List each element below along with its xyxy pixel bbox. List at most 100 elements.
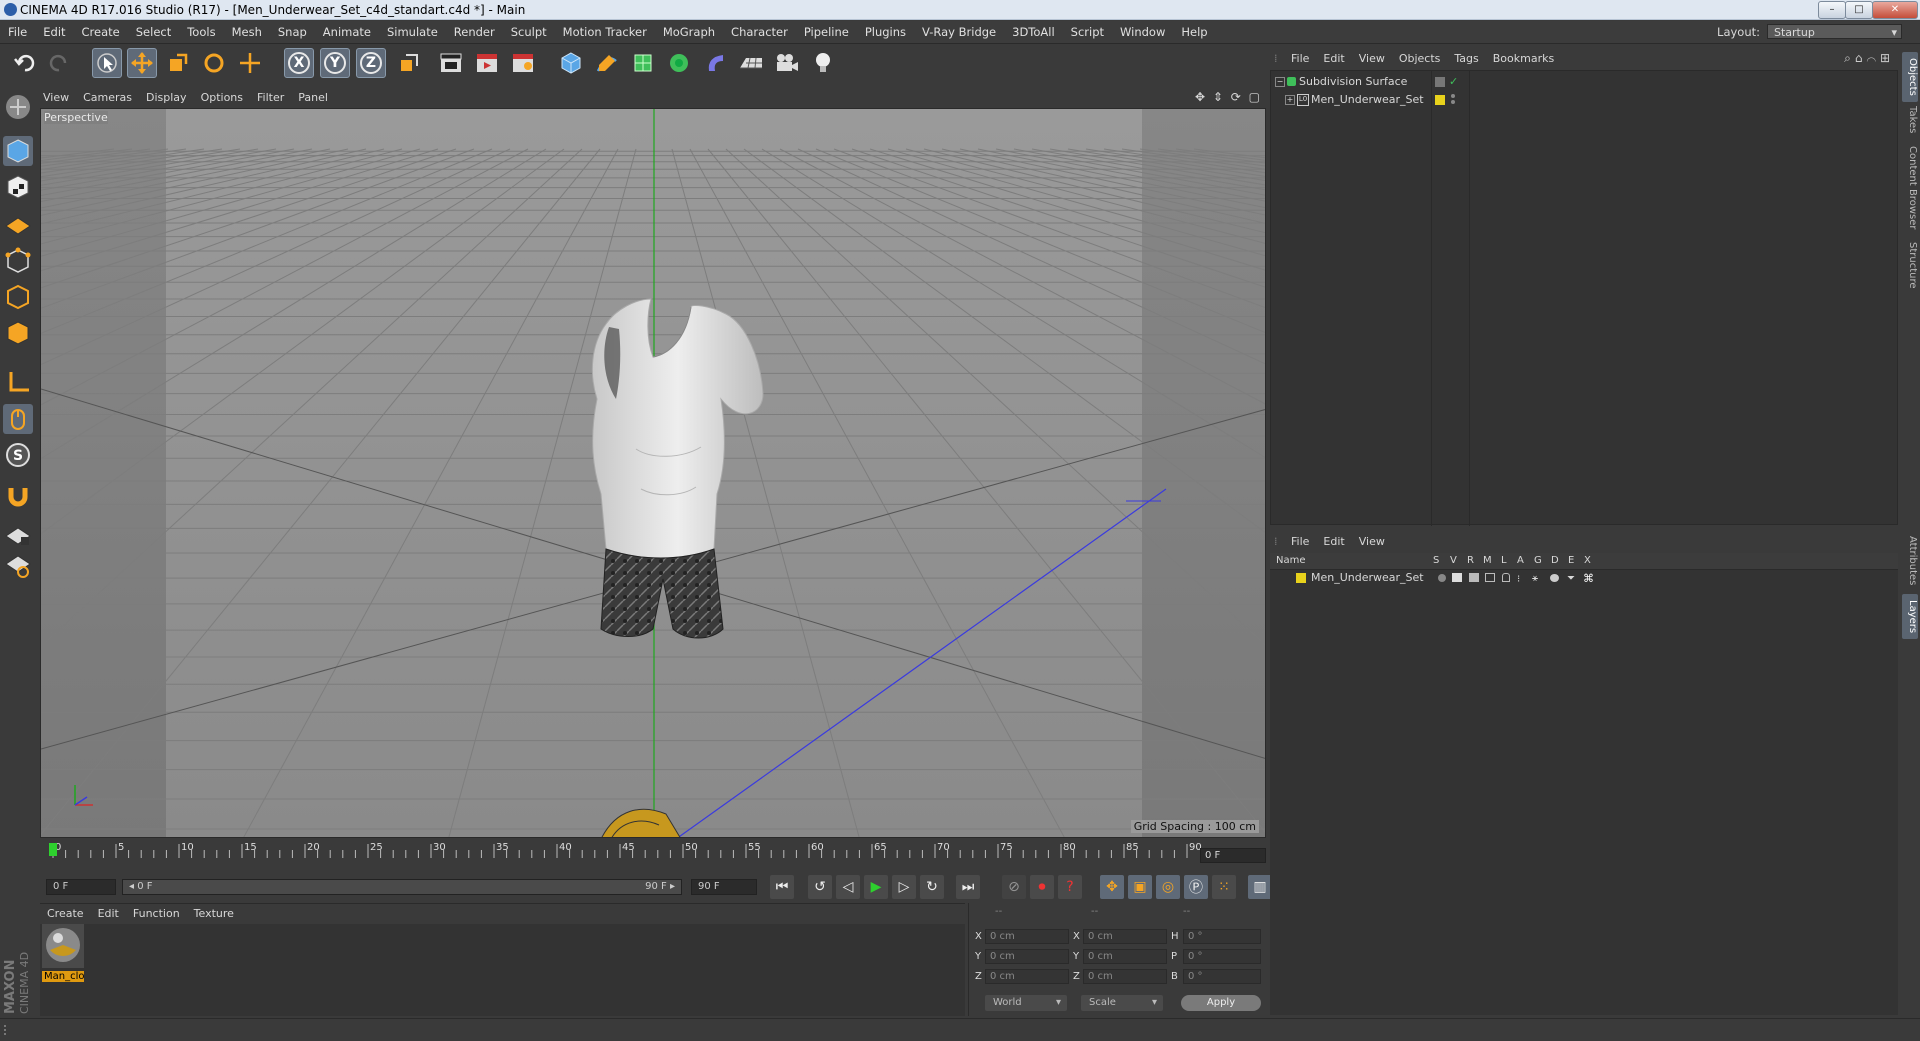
coord-size-x-field[interactable]: 0 cm — [1083, 929, 1167, 944]
menu-simulate[interactable]: Simulate — [379, 21, 446, 43]
tab-content-browser[interactable]: Content Browser — [1902, 140, 1918, 235]
floor-object-button[interactable] — [736, 48, 766, 78]
previous-frame-button[interactable]: ◁ — [836, 875, 860, 899]
material-menu-texture[interactable]: Texture — [187, 904, 241, 924]
om-menu-objects[interactable]: Objects — [1392, 48, 1448, 70]
menu-mograph[interactable]: MoGraph — [655, 21, 723, 43]
move-tool-button[interactable] — [127, 48, 157, 78]
render-to-picture-viewer-button[interactable] — [472, 48, 502, 78]
om-menu-file[interactable]: File — [1284, 48, 1316, 70]
next-frame-button[interactable]: ▷ — [892, 875, 916, 899]
key-point-level-button[interactable]: ⁙ — [1212, 875, 1236, 899]
subdivision-surface-button[interactable] — [628, 48, 658, 78]
layer-col-view[interactable]: V — [1450, 555, 1457, 566]
object-row-men-underwear-set[interactable]: + L0 Men_Underwear_Set — [1271, 91, 1897, 109]
x-axis-lock-button[interactable]: X — [284, 48, 314, 78]
coord-rot-b-field[interactable]: 0 ° — [1183, 969, 1261, 984]
model-mode-button[interactable] — [3, 136, 33, 166]
live-selection-button[interactable] — [92, 48, 122, 78]
layer-col-animation[interactable]: A — [1517, 555, 1524, 566]
menu-file[interactable]: File — [0, 21, 35, 43]
deformer-button[interactable] — [700, 48, 730, 78]
viewport-menu-options[interactable]: Options — [194, 88, 250, 108]
object-axis-button[interactable] — [3, 368, 33, 398]
viewport-menu-filter[interactable]: Filter — [250, 88, 291, 108]
menu-animate[interactable]: Animate — [315, 21, 379, 43]
close-button[interactable]: ✕ — [1872, 1, 1918, 19]
layout-select[interactable]: Startup ▾ — [1767, 24, 1902, 39]
render-view-button[interactable] — [436, 48, 466, 78]
workplane-mode-button[interactable] — [3, 208, 33, 238]
layer-col-deformers[interactable]: D — [1551, 555, 1559, 566]
coord-rot-p-field[interactable]: 0 ° — [1183, 949, 1261, 964]
locked-workplane-button[interactable] — [3, 520, 33, 550]
layer-color-swatch[interactable] — [1296, 573, 1306, 583]
motion-record-button[interactable]: ⊘ — [1002, 875, 1026, 899]
layer-color-swatch[interactable] — [1435, 95, 1445, 105]
viewport-menu-panel[interactable]: Panel — [291, 88, 335, 108]
manager-icon[interactable] — [1485, 573, 1495, 582]
timeline-ruler[interactable]: 0 5 10 15 20 25 30 35 40 45 50 55 60 65 70 75 80 85 90 — [40, 840, 1266, 870]
om-toolbar-icons[interactable]: ⌕⌂⌒⊞ — [1844, 51, 1894, 66]
render-settings-button[interactable] — [508, 48, 538, 78]
om-menu-tags[interactable]: Tags — [1447, 48, 1485, 70]
lm-menu-edit[interactable]: Edit — [1316, 532, 1351, 552]
visibility-dots-icon[interactable] — [1451, 94, 1455, 98]
edges-mode-button[interactable] — [3, 282, 33, 312]
spline-pen-button[interactable] — [592, 48, 622, 78]
play-button[interactable]: ▶ — [864, 875, 888, 899]
end-frame-field[interactable]: 90 F — [691, 879, 757, 895]
scale-tool-button[interactable] — [163, 48, 193, 78]
light-object-button[interactable] — [808, 48, 838, 78]
render-icon[interactable] — [1469, 573, 1479, 582]
menu-pipeline[interactable]: Pipeline — [796, 21, 857, 43]
viewport-navigation-icons[interactable]: ✥ ⇕ ⟳ ▢ — [1195, 90, 1262, 104]
z-axis-lock-button[interactable]: Z — [356, 48, 386, 78]
points-mode-button[interactable] — [3, 246, 33, 276]
maximize-button[interactable]: □ — [1845, 1, 1873, 19]
menu-vray-bridge[interactable]: V-Ray Bridge — [914, 21, 1004, 43]
layer-tag-icon[interactable] — [1435, 77, 1445, 87]
coord-pos-y-field[interactable]: 0 cm — [985, 949, 1069, 964]
y-axis-lock-button[interactable]: Y — [320, 48, 350, 78]
solo-icon[interactable] — [1438, 574, 1446, 582]
menu-snap[interactable]: Snap — [270, 21, 315, 43]
material-menu-function[interactable]: Function — [126, 904, 187, 924]
coord-size-z-field[interactable]: 0 cm — [1083, 969, 1167, 984]
viewport-menu-view[interactable]: View — [36, 88, 76, 108]
viewport-camera-label[interactable]: Perspective — [44, 111, 108, 124]
lm-menu-view[interactable]: View — [1352, 532, 1392, 552]
cloner-button[interactable] — [664, 48, 694, 78]
coordinate-system-button[interactable] — [394, 48, 424, 78]
tab-structure[interactable]: Structure — [1902, 236, 1918, 295]
key-position-button[interactable]: ✥ — [1100, 875, 1124, 899]
coord-pos-x-field[interactable]: 0 cm — [985, 929, 1069, 944]
planar-workplane-button[interactable] — [3, 550, 33, 580]
magnet-button[interactable] — [3, 480, 33, 510]
timeline-window-button[interactable]: ▥ — [1248, 875, 1272, 899]
object-row-subdivision-surface[interactable]: − Subdivision Surface ✓ — [1271, 73, 1897, 91]
coord-space-select[interactable]: World ▾ — [985, 995, 1067, 1011]
menu-create[interactable]: Create — [74, 21, 128, 43]
make-editable-button[interactable] — [3, 92, 33, 122]
material-menu-create[interactable]: Create — [40, 904, 91, 924]
layer-col-manager[interactable]: M — [1483, 555, 1492, 566]
camera-object-button[interactable] — [772, 48, 802, 78]
current-frame-field[interactable]: 0 F — [1200, 848, 1266, 863]
minimize-button[interactable]: – — [1818, 1, 1846, 19]
coord-size-mode-select[interactable]: Scale ▾ — [1081, 995, 1163, 1011]
go-to-end-button[interactable]: ⏭ — [956, 875, 980, 899]
redo-button[interactable] — [44, 48, 74, 78]
layer-col-locked[interactable]: L — [1501, 555, 1507, 566]
snap-button[interactable]: S — [3, 440, 33, 470]
tab-objects[interactable]: Objects — [1902, 52, 1918, 102]
viewport-menu-display[interactable]: Display — [139, 88, 194, 108]
menu-select[interactable]: Select — [128, 21, 179, 43]
preview-range-slider[interactable]: ◂ 0 F 90 F ▸ — [122, 879, 682, 895]
layer-col-name[interactable]: Name — [1276, 555, 1306, 566]
material-menu-edit[interactable]: Edit — [91, 904, 126, 924]
coord-pos-z-field[interactable]: 0 cm — [985, 969, 1069, 984]
tweak-mode-button[interactable] — [3, 404, 33, 434]
om-menu-edit[interactable]: Edit — [1316, 48, 1351, 70]
menu-render[interactable]: Render — [446, 21, 503, 43]
